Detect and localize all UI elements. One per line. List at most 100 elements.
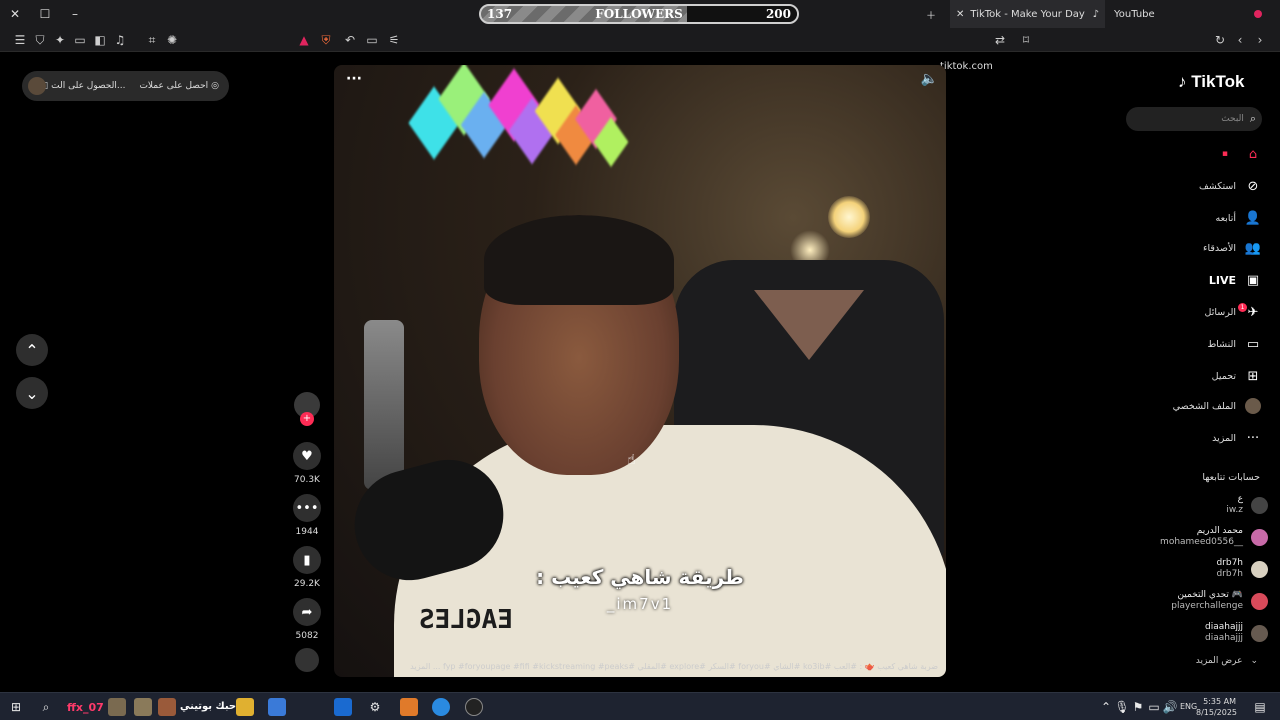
- nav-activity[interactable]: ▭ النشاط: [1207, 334, 1262, 354]
- previous-video-button[interactable]: ⌃: [16, 334, 48, 366]
- sidebar-toggle-icon[interactable]: ◧: [92, 32, 108, 48]
- taskbar-app-label[interactable]: احبك بوتيني: [180, 701, 240, 712]
- comment-icon[interactable]: •••: [293, 494, 321, 522]
- search-icon[interactable]: ⌕: [38, 699, 54, 715]
- screenshot-icon[interactable]: ⌗: [144, 32, 160, 48]
- follow-plus-icon[interactable]: +: [300, 412, 314, 426]
- menu-icon[interactable]: ☰: [12, 32, 28, 48]
- music-disc-icon[interactable]: [295, 648, 319, 672]
- microphone-icon[interactable]: 🎙: [1114, 699, 1130, 715]
- heart-icon[interactable]: ♥: [293, 442, 321, 470]
- coins-promo-bar[interactable]: ▯ الحصول على الت... احصل على عملات ◎: [22, 71, 229, 101]
- puzzle-icon[interactable]: ✺: [164, 32, 180, 48]
- search-input[interactable]: البحث ⌕: [1126, 107, 1262, 131]
- language-indicator[interactable]: ENG: [1180, 702, 1197, 711]
- translate-icon[interactable]: ⇄: [992, 32, 1008, 48]
- wallet-icon[interactable]: ▭: [72, 32, 88, 48]
- creator-avatar-button[interactable]: +: [292, 392, 322, 426]
- nav-home[interactable]: ⌂ ▪: [1222, 144, 1262, 164]
- account-avatar: [1251, 528, 1268, 546]
- save-button[interactable]: ▮ 29.2K: [292, 546, 322, 589]
- volume-icon[interactable]: 🔈: [921, 71, 938, 87]
- notification-icon[interactable]: ▤: [1252, 699, 1268, 715]
- more-options-icon[interactable]: ···: [346, 71, 362, 87]
- followers-goal: 200: [765, 7, 791, 21]
- shield-icon[interactable]: ⛉: [32, 32, 48, 48]
- extension-icon[interactable]: ✦: [52, 32, 68, 48]
- bookmark-icon[interactable]: ▮: [293, 546, 321, 574]
- vpn-icon[interactable]: ⚟: [386, 32, 402, 48]
- back-icon[interactable]: ‹: [1232, 32, 1248, 48]
- messages-badge: 1: [1238, 303, 1247, 312]
- close-tab-icon[interactable]: ✕: [956, 9, 964, 20]
- music-icon[interactable]: ♫: [112, 32, 128, 48]
- address-bar[interactable]: tiktok.com: [940, 61, 993, 72]
- taskbar-app-icon[interactable]: [158, 698, 176, 716]
- taskbar-app-icon[interactable]: [108, 698, 126, 716]
- alert-icon[interactable]: ▲: [296, 32, 312, 48]
- user-avatar[interactable]: [28, 77, 46, 95]
- next-video-button[interactable]: ⌄: [16, 377, 48, 409]
- coin-icon: ◎: [211, 81, 219, 91]
- taskbar-app-label[interactable]: ffx_07: [67, 701, 104, 714]
- file-explorer-icon[interactable]: [236, 698, 254, 716]
- tab-youtube[interactable]: YouTube: [1114, 0, 1155, 28]
- settings-icon[interactable]: ⚙: [367, 699, 383, 715]
- chevron-up-icon[interactable]: ⌃: [1098, 699, 1114, 715]
- nav-friends[interactable]: 👥 الأصدقاء: [1203, 238, 1262, 258]
- new-tab-button[interactable]: ＋: [926, 0, 936, 28]
- light-panels: [408, 65, 632, 173]
- tiktok-logo[interactable]: ♪ TikTok: [1178, 72, 1244, 92]
- taskbar-app-icon[interactable]: [134, 698, 152, 716]
- share-icon[interactable]: ➦: [293, 598, 321, 626]
- get-coins-link[interactable]: احصل على عملات ◎: [139, 81, 219, 91]
- tab-youtube-label: YouTube: [1114, 8, 1155, 20]
- like-button[interactable]: ♥ 70.3K: [292, 442, 322, 485]
- chevron-up-icon: ⌃: [25, 340, 39, 360]
- bookmark-icon[interactable]: ⌑: [1018, 32, 1034, 48]
- monitor-icon[interactable]: ▭: [1146, 699, 1162, 715]
- chevron-down-icon: ⌄: [25, 383, 39, 403]
- system-clock[interactable]: 5:35 AM 8/15/2025: [1196, 696, 1237, 718]
- speaker-icon[interactable]: 🔊: [1162, 699, 1178, 715]
- comment-button[interactable]: ••• 1944: [292, 494, 322, 537]
- like-count: 70.3K: [294, 475, 320, 485]
- network-app-icon[interactable]: ⚑: [1130, 699, 1146, 715]
- nav-upload[interactable]: ⊞ تحميل: [1212, 366, 1262, 386]
- nav-more[interactable]: ··· المزيد: [1212, 428, 1262, 448]
- app-icon[interactable]: [432, 698, 450, 716]
- nav-profile[interactable]: الملف الشخصي: [1173, 396, 1262, 416]
- see-more-accounts-button[interactable]: عرض المزيد ⌄: [1196, 656, 1258, 666]
- video-player[interactable]: EAGLES طريقة شاهي كعيب : _im7v1 ··· 🔈 ضر…: [334, 65, 946, 677]
- app-icon[interactable]: [400, 698, 418, 716]
- nav-explore[interactable]: ⊘ استكشف: [1199, 176, 1262, 196]
- cast-icon[interactable]: ▭: [364, 32, 380, 48]
- sound-disc-button[interactable]: [292, 648, 322, 672]
- followed-account[interactable]: تحدي التخمين 🎮 playerchallenge: [1108, 588, 1268, 614]
- windows-start-icon[interactable]: ⊞: [8, 699, 24, 715]
- followed-account[interactable]: drb7h drb7h: [1108, 556, 1268, 582]
- video-description[interactable]: ضربة شاهي كعيب 🫖 : #العب #ko3ib #الشاي #…: [342, 662, 938, 671]
- followed-account[interactable]: diaahajjj diaahajjj: [1108, 620, 1268, 646]
- forward-icon[interactable]: ›: [1252, 32, 1268, 48]
- nav-messages[interactable]: ✈ الرسائل: [1205, 302, 1262, 322]
- brave-shield-icon[interactable]: ⛨: [318, 32, 334, 48]
- share-button[interactable]: ➦ 5082: [292, 598, 322, 641]
- close-window-icon[interactable]: ✕: [0, 0, 30, 28]
- get-offer-link[interactable]: ▯ الحصول على الت...: [43, 81, 125, 91]
- obs-icon[interactable]: [465, 698, 483, 716]
- search-icon[interactable]: ⌕: [1250, 112, 1256, 126]
- followers-label: FOLLOWERS: [595, 7, 683, 21]
- tab-tiktok[interactable]: ✕ TikTok - Make Your Day ♪: [950, 0, 1105, 28]
- followed-account[interactable]: ع iw.z: [1108, 492, 1268, 518]
- reload-icon[interactable]: ↻: [1212, 32, 1228, 48]
- undo-icon[interactable]: ↶: [342, 32, 358, 48]
- friends-icon: 👥: [1244, 240, 1262, 256]
- followed-account[interactable]: محمد الدريم mohameed0556__: [1108, 524, 1268, 550]
- store-icon[interactable]: [268, 698, 286, 716]
- maximize-window-icon[interactable]: ☐: [30, 0, 60, 28]
- nav-live[interactable]: ▣ LIVE: [1209, 270, 1262, 290]
- outlook-icon[interactable]: [334, 698, 352, 716]
- minimize-window-icon[interactable]: –: [60, 0, 90, 28]
- nav-following[interactable]: 👤 أتابعه: [1216, 208, 1263, 228]
